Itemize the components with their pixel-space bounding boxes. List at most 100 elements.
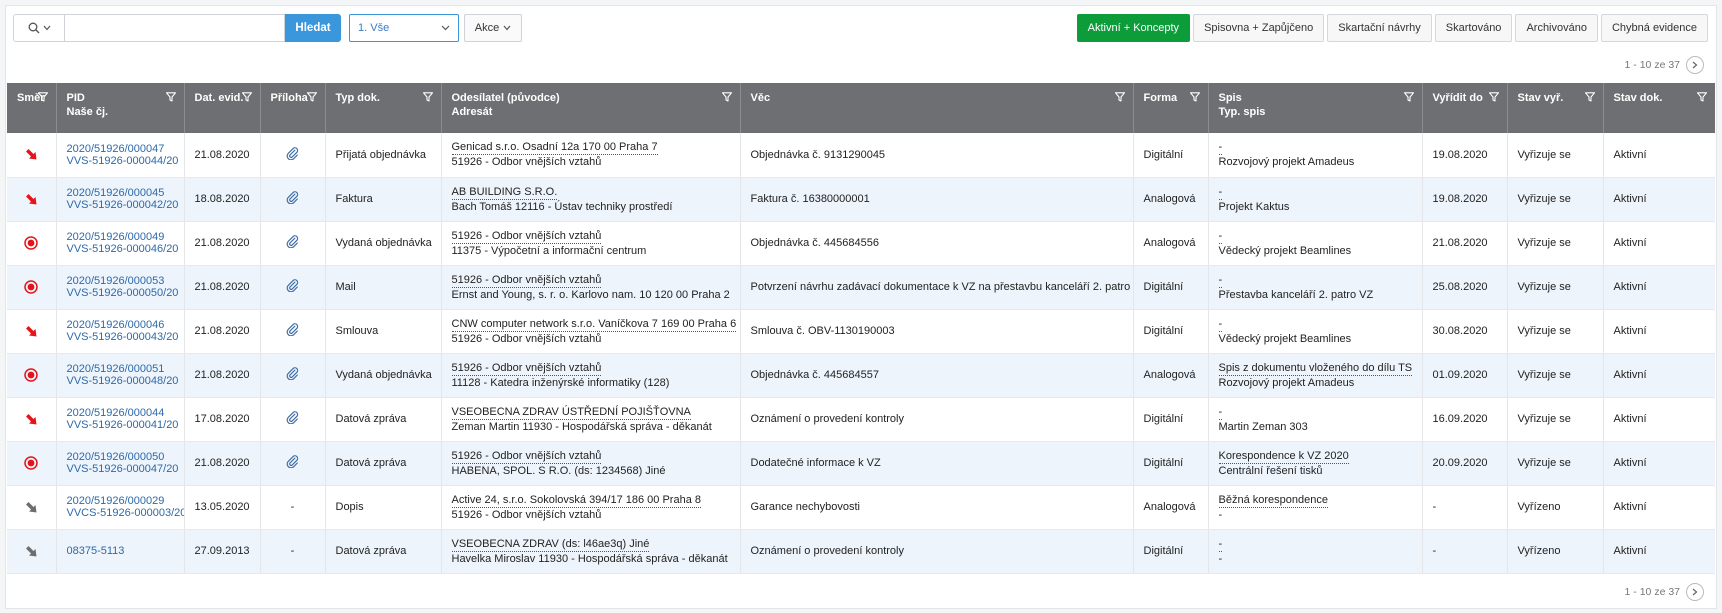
cell-sender: Active 24, s.r.o. Sokolovská 394/17 186 … — [441, 485, 741, 530]
pager-next-button[interactable] — [1686, 583, 1704, 601]
tab-aktivni-koncepty[interactable]: Aktivní + Koncepty — [1076, 14, 1191, 42]
incoming-arrow-icon — [25, 149, 37, 160]
column-header[interactable]: Vyřídit do — [1422, 83, 1508, 133]
pid-link[interactable]: 2020/51926/000029 — [67, 495, 174, 507]
pid-link[interactable]: 2020/51926/000049 — [67, 231, 174, 243]
paperclip-icon[interactable] — [286, 279, 299, 293]
reference-number-link[interactable]: VVS-51926-000050/20 — [67, 287, 179, 299]
table-row[interactable]: 2020/51926/000045 VVS-51926-000042/20 18.0… — [7, 177, 1715, 222]
cell-file: - Martin Zeman 303 — [1208, 397, 1423, 442]
filter-icon[interactable] — [306, 92, 317, 102]
paperclip-icon[interactable] — [286, 323, 299, 337]
sender-text: 51926 - Odbor vnějších vztahů — [451, 361, 602, 376]
search-input[interactable] — [65, 14, 285, 42]
cell-file: Korespondence k VZ 2020 Centrální řešení … — [1208, 441, 1423, 486]
column-header[interactable]: Forma — [1133, 83, 1209, 133]
paperclip-icon[interactable] — [286, 146, 299, 161]
cell-file: - Vědecký projekt Beamlines — [1208, 221, 1423, 266]
reference-number-link[interactable]: VVCS-51926-000003/20 — [67, 507, 184, 519]
cell-file: -- — [1208, 529, 1423, 574]
column-header[interactable]: Spis Typ. spis — [1208, 83, 1423, 133]
cell-pid: 08375-5113 — [56, 529, 185, 574]
column-header[interactable]: Směr — [7, 83, 57, 133]
column-header[interactable]: Věc — [740, 83, 1134, 133]
table-row[interactable]: 2020/51926/000029 VVCS-51926-000003/20 13.… — [7, 485, 1715, 530]
filter-icon[interactable] — [1488, 92, 1499, 102]
pid-link[interactable]: 2020/51926/000047 — [67, 143, 174, 155]
reference-number-link[interactable]: VVS-51926-000041/20 — [67, 419, 179, 431]
tab-archivovano[interactable]: Archivováno — [1515, 14, 1598, 42]
tab-spisovna-zapujceno[interactable]: Spisovna + Zapůjčeno — [1193, 14, 1325, 42]
reference-number-link[interactable]: VVS-51926-000048/20 — [67, 375, 179, 387]
column-header[interactable]: Odesílatel (původce) Adresát — [441, 83, 741, 133]
tab-skartacni-navrhy[interactable]: Skartační návrhy — [1327, 14, 1432, 42]
cell-pid: 2020/51926/000044 VVS-51926-000041/20 — [56, 397, 185, 442]
column-header[interactable]: PID Naše čj. — [56, 83, 185, 133]
paperclip-icon[interactable] — [286, 411, 299, 425]
reference-number-link[interactable]: VVS-51926-000044/20 — [67, 155, 179, 167]
table-row[interactable]: 2020/51926/000050 VVS-51926-000047/20 21.0… — [7, 441, 1715, 486]
pid-link[interactable]: 2020/51926/000050 — [67, 451, 174, 463]
search-type-dropdown[interactable] — [13, 14, 65, 42]
cell-state: Vyřizuje se — [1507, 221, 1604, 266]
filter-icon[interactable] — [165, 92, 176, 102]
cell-state: Vyřizuje se — [1507, 309, 1604, 354]
paperclip-icon[interactable] — [286, 191, 299, 205]
reference-number-link[interactable]: VVS-51926-000043/20 — [67, 331, 179, 343]
table-row[interactable]: 2020/51926/000053 VVS-51926-000050/20 21.0… — [7, 265, 1715, 310]
filter-icon[interactable] — [1697, 92, 1707, 102]
paperclip-icon[interactable] — [286, 235, 299, 249]
file-type-text: Vědecký projekt Beamlines — [1218, 244, 1352, 257]
column-header[interactable]: Příloha — [260, 83, 326, 133]
filter-icon[interactable] — [1403, 92, 1414, 102]
reference-number-link[interactable]: VVS-51926-000042/20 — [67, 199, 179, 211]
paperclip-icon[interactable] — [286, 367, 299, 381]
column-header[interactable]: Stav dok. — [1603, 83, 1715, 133]
filter-icon[interactable] — [1114, 92, 1125, 102]
filter-icon[interactable] — [1584, 92, 1595, 102]
addressee-text: Zeman Martin 11930 - Hospodářská správa … — [451, 420, 712, 433]
filter-icon[interactable] — [721, 92, 732, 102]
reference-number-link[interactable]: VVS-51926-000046/20 — [67, 243, 179, 255]
filter-icon[interactable] — [37, 92, 48, 102]
cell-doc-state: Aktivní — [1603, 485, 1715, 530]
search-button[interactable]: Hledat — [285, 14, 341, 42]
tab-chybna-evidence[interactable]: Chybná evidence — [1600, 14, 1708, 42]
table-row[interactable]: 2020/51926/000049 VVS-51926-000046/20 21.0… — [7, 221, 1715, 266]
filter-icon[interactable] — [1189, 92, 1200, 102]
cell-sender: VSEOBECNA ZDRAV ÚSTŘEDNÍ POJIŠŤOVNA Zeman… — [441, 397, 741, 442]
filter-icon[interactable] — [422, 92, 433, 102]
tab-skartovano[interactable]: Skartováno — [1434, 14, 1513, 42]
pager-next-button[interactable] — [1686, 56, 1704, 74]
reference-number-link[interactable]: VVS-51926-000047/20 — [67, 463, 179, 475]
table-row[interactable]: 2020/51926/000046 VVS-51926-000043/20 21.0… — [7, 309, 1715, 354]
filter-select[interactable]: 1. Vše — [349, 14, 459, 42]
pid-link[interactable]: 08375-5113 — [67, 545, 174, 557]
pid-link[interactable]: 2020/51926/000044 — [67, 407, 174, 419]
table-row[interactable]: 2020/51926/000047 VVS-51926-000044/20 21.0… — [7, 133, 1715, 178]
cell-doc-type: Datová zpráva — [325, 441, 442, 486]
actions-button[interactable]: Akce — [464, 14, 522, 42]
column-header[interactable]: Stav vyř. — [1507, 83, 1604, 133]
cell-date: 13.05.2020 — [184, 485, 261, 530]
column-header[interactable]: Typ dok. — [325, 83, 442, 133]
table-row[interactable]: 2020/51926/000044 VVS-51926-000041/20 17.0… — [7, 397, 1715, 442]
table-row[interactable]: 08375-5113 27.09.2013- Datová zpráva VSEOBE… — [7, 529, 1715, 574]
pid-link[interactable]: 2020/51926/000045 — [67, 187, 174, 199]
cell-form: Digitální — [1133, 265, 1209, 310]
file-text: - — [1218, 317, 1223, 332]
pid-link[interactable]: 2020/51926/000046 — [67, 319, 174, 331]
column-title: Forma — [1143, 92, 1178, 104]
addressee-text: Havelka Miroslav 11930 - Hospodářská spr… — [451, 552, 728, 565]
pid-link[interactable]: 2020/51926/000053 — [67, 275, 174, 287]
cell-file: - Vědecký projekt Beamlines — [1208, 309, 1423, 354]
column-header[interactable]: Dat. evid. — [184, 83, 261, 133]
column-title: Dat. evid. — [194, 92, 244, 104]
table-row[interactable]: 2020/51926/000051 VVS-51926-000048/20 21.0… — [7, 353, 1715, 398]
paperclip-icon[interactable] — [286, 455, 299, 469]
cell-subject: Potvrzení návrhu zadávací dokumentace k … — [740, 265, 1134, 310]
pid-link[interactable]: 2020/51926/000051 — [67, 363, 174, 375]
cell-direction — [7, 441, 57, 486]
filter-icon[interactable] — [241, 92, 252, 102]
cell-form: Analogová — [1133, 177, 1209, 222]
